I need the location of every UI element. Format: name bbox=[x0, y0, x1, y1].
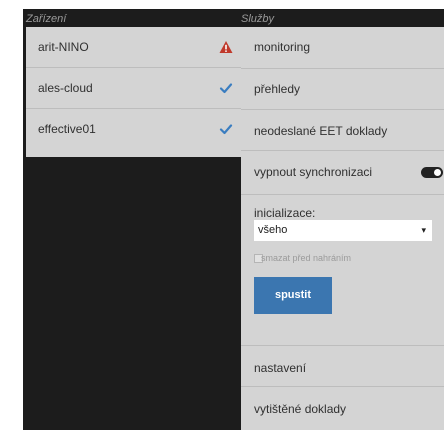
service-printed-receipts[interactable]: vytištěné doklady bbox=[241, 387, 444, 430]
init-label: inicializace: bbox=[254, 206, 316, 220]
app-page: Zařízení Služby arit-NINO ales-cloud eff… bbox=[23, 9, 444, 430]
services-header: Služby bbox=[241, 13, 275, 25]
device-label: arit-NINO bbox=[38, 40, 89, 54]
service-label: vypnout synchronizaci bbox=[254, 165, 373, 179]
device-row-effective01[interactable]: effective01 bbox=[26, 109, 246, 149]
service-disable-sync: vypnout synchronizaci bbox=[241, 151, 444, 195]
chevron-down-icon: ▾ bbox=[421, 225, 426, 235]
initialization-section: inicializace: všeho ▾ smazat před nahrán… bbox=[241, 195, 444, 346]
device-label: ales-cloud bbox=[38, 81, 93, 95]
device-row-ales-cloud[interactable]: ales-cloud bbox=[26, 68, 246, 109]
init-select[interactable]: všeho ▾ bbox=[254, 220, 432, 241]
service-monitoring[interactable]: monitoring bbox=[241, 27, 444, 69]
service-unsent-eet[interactable]: neodeslané EET doklady bbox=[241, 110, 444, 151]
service-label: monitoring bbox=[254, 40, 311, 54]
check-icon bbox=[219, 122, 233, 136]
devices-panel: arit-NINO ales-cloud effective01 bbox=[26, 27, 246, 157]
service-label: nastavení bbox=[254, 361, 307, 375]
run-button[interactable]: spustit bbox=[254, 277, 332, 314]
delete-before-upload-label: smazat před nahráním bbox=[261, 253, 352, 263]
sync-toggle[interactable] bbox=[421, 167, 443, 178]
init-select-value: všeho bbox=[258, 224, 288, 236]
service-label: přehledy bbox=[254, 82, 301, 96]
toggle-knob bbox=[434, 169, 441, 176]
services-panel: monitoring přehledy neodeslané EET dokla… bbox=[241, 27, 444, 430]
devices-header: Zařízení bbox=[26, 13, 67, 25]
check-icon bbox=[219, 81, 233, 95]
service-label: neodeslané EET doklady bbox=[254, 124, 388, 138]
service-settings[interactable]: nastavení bbox=[241, 346, 444, 387]
device-row-arit-nino[interactable]: arit-NINO bbox=[26, 27, 246, 68]
service-label: vytištěné doklady bbox=[254, 402, 347, 416]
service-overviews[interactable]: přehledy bbox=[241, 69, 444, 110]
warning-icon bbox=[219, 40, 233, 54]
device-label: effective01 bbox=[38, 122, 96, 136]
